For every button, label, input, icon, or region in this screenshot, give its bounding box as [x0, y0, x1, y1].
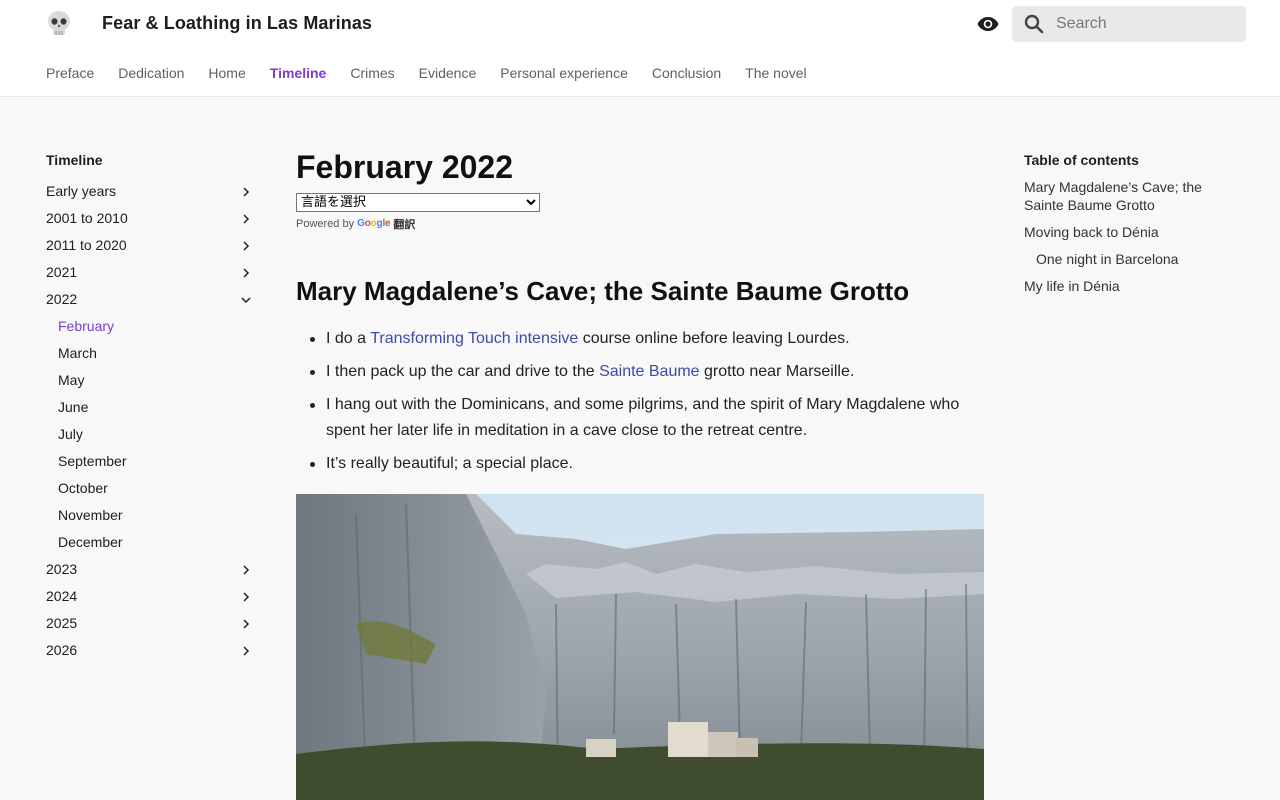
chevron-right-icon[interactable] — [240, 240, 252, 252]
sidebar-item-march[interactable]: March — [46, 340, 256, 367]
sidebar-item-early-years[interactable]: Early years — [46, 178, 256, 205]
chevron-right-icon[interactable] — [240, 618, 252, 630]
toc-item-moving-back-denia[interactable]: Moving back to Dénia — [1024, 223, 1244, 241]
nav-preface[interactable]: Preface — [46, 65, 94, 81]
toc-item-one-night-barcelona[interactable]: One night in Barcelona — [1024, 250, 1244, 268]
sidebar-item-july[interactable]: July — [46, 421, 256, 448]
eye-icon[interactable] — [976, 12, 1000, 36]
sidebar-item-2026[interactable]: 2026 — [46, 637, 256, 664]
nav-conclusion[interactable]: Conclusion — [652, 65, 721, 81]
translate-link[interactable]: 翻訳 — [393, 216, 415, 232]
chevron-right-icon[interactable] — [240, 213, 252, 225]
chevron-right-icon[interactable] — [240, 591, 252, 603]
sidebar-item-september[interactable]: September — [46, 448, 256, 475]
bullet-text: course online before leaving Lourdes. — [578, 330, 850, 347]
powered-by-label: Powered by — [296, 217, 355, 230]
toc-item-mary-magdalene-cave[interactable]: Mary Magdalene’s Cave; the Sainte Baume … — [1024, 178, 1244, 214]
sainte-baume-link[interactable]: Sainte Baume — [599, 363, 700, 380]
main-content: February 2022 言語を選択 Powered by Google 翻訳… — [296, 148, 984, 800]
sidebar-item-2025[interactable]: 2025 — [46, 610, 256, 637]
search-box[interactable] — [1012, 6, 1246, 42]
sidebar-item-label: 2025 — [46, 615, 78, 631]
sidebar-item-december[interactable]: December — [46, 529, 256, 556]
list-item: I do a Transforming Touch intensive cour… — [296, 326, 984, 352]
nav-dedication[interactable]: Dedication — [118, 65, 184, 81]
sidebar-item-2021[interactable]: 2021 — [46, 259, 256, 286]
site-title[interactable]: Fear & Loathing in Las Marinas — [102, 13, 372, 34]
sidebar-item-november[interactable]: November — [46, 502, 256, 529]
sidebar-item-label: 2022 — [46, 291, 78, 307]
sidebar: Timeline Early years 2001 to 2010 2011 t… — [46, 151, 256, 664]
chevron-right-icon[interactable] — [240, 564, 252, 576]
nav-evidence[interactable]: Evidence — [419, 65, 477, 81]
sidebar-item-label: 2023 — [46, 561, 78, 577]
sidebar-item-label: 2026 — [46, 642, 78, 658]
top-navigation: Preface Dedication Home Timeline Crimes … — [46, 65, 807, 81]
toc-title: Table of contents — [1024, 152, 1139, 168]
cliff-photo — [296, 494, 984, 800]
chevron-down-icon[interactable] — [240, 294, 252, 306]
list-item: I then pack up the car and drive to the … — [296, 359, 984, 385]
sidebar-item-label: 2021 — [46, 264, 78, 280]
section-heading: Mary Magdalene’s Cave; the Sainte Baume … — [296, 276, 910, 306]
nav-personal-experience[interactable]: Personal experience — [500, 65, 628, 81]
sidebar-list: Early years 2001 to 2010 2011 to 2020 20… — [46, 178, 256, 664]
chevron-right-icon[interactable] — [240, 186, 252, 198]
sidebar-item-2001-2010[interactable]: 2001 to 2010 — [46, 205, 256, 232]
bullet-list: I do a Transforming Touch intensive cour… — [296, 326, 984, 477]
chevron-right-icon[interactable] — [240, 267, 252, 279]
sidebar-item-2011-2020[interactable]: 2011 to 2020 — [46, 232, 256, 259]
sidebar-item-label: 2024 — [46, 588, 78, 604]
nav-home[interactable]: Home — [208, 65, 245, 81]
list-item: I hang out with the Dominicans, and some… — [296, 392, 984, 444]
bullet-text: I then pack up the car and drive to the — [326, 363, 600, 380]
nav-timeline[interactable]: Timeline — [270, 65, 327, 81]
sidebar-item-2024[interactable]: 2024 — [46, 583, 256, 610]
search-icon — [1024, 14, 1044, 34]
skull-icon[interactable] — [46, 10, 72, 38]
sidebar-item-label: 2001 to 2010 — [46, 210, 128, 226]
sidebar-item-label: 2011 to 2020 — [46, 237, 127, 253]
bullet-text: I do a — [326, 330, 371, 347]
site-header: Fear & Loathing in Las Marinas Preface D… — [0, 0, 1280, 97]
powered-by-google-translate: Powered by Google 翻訳 — [296, 216, 984, 232]
toc-item-my-life-denia[interactable]: My life in Dénia — [1024, 277, 1244, 295]
sidebar-item-label: Early years — [46, 183, 117, 199]
bullet-text: grotto near Marseille. — [699, 363, 855, 380]
nav-crimes[interactable]: Crimes — [350, 65, 394, 81]
nav-the-novel[interactable]: The novel — [745, 65, 806, 81]
sidebar-item-february[interactable]: February — [46, 313, 256, 340]
chevron-right-icon[interactable] — [240, 645, 252, 657]
page-title: February 2022 — [296, 149, 514, 185]
search-input[interactable] — [1056, 6, 1236, 42]
language-select[interactable]: 言語を選択 — [296, 193, 540, 212]
sidebar-item-june[interactable]: June — [46, 394, 256, 421]
sidebar-item-may[interactable]: May — [46, 367, 256, 394]
transforming-touch-link[interactable]: Transforming Touch intensive — [370, 330, 578, 347]
table-of-contents: Table of contents Mary Magdalene’s Cave;… — [1024, 151, 1244, 295]
list-item: It’s really beautiful; a special place. — [296, 451, 984, 477]
sidebar-item-2023[interactable]: 2023 — [46, 556, 256, 583]
google-logo[interactable]: Google — [357, 218, 391, 229]
sidebar-title[interactable]: Timeline — [46, 151, 256, 169]
sidebar-item-2022[interactable]: 2022 — [46, 286, 256, 313]
sidebar-item-october[interactable]: October — [46, 475, 256, 502]
